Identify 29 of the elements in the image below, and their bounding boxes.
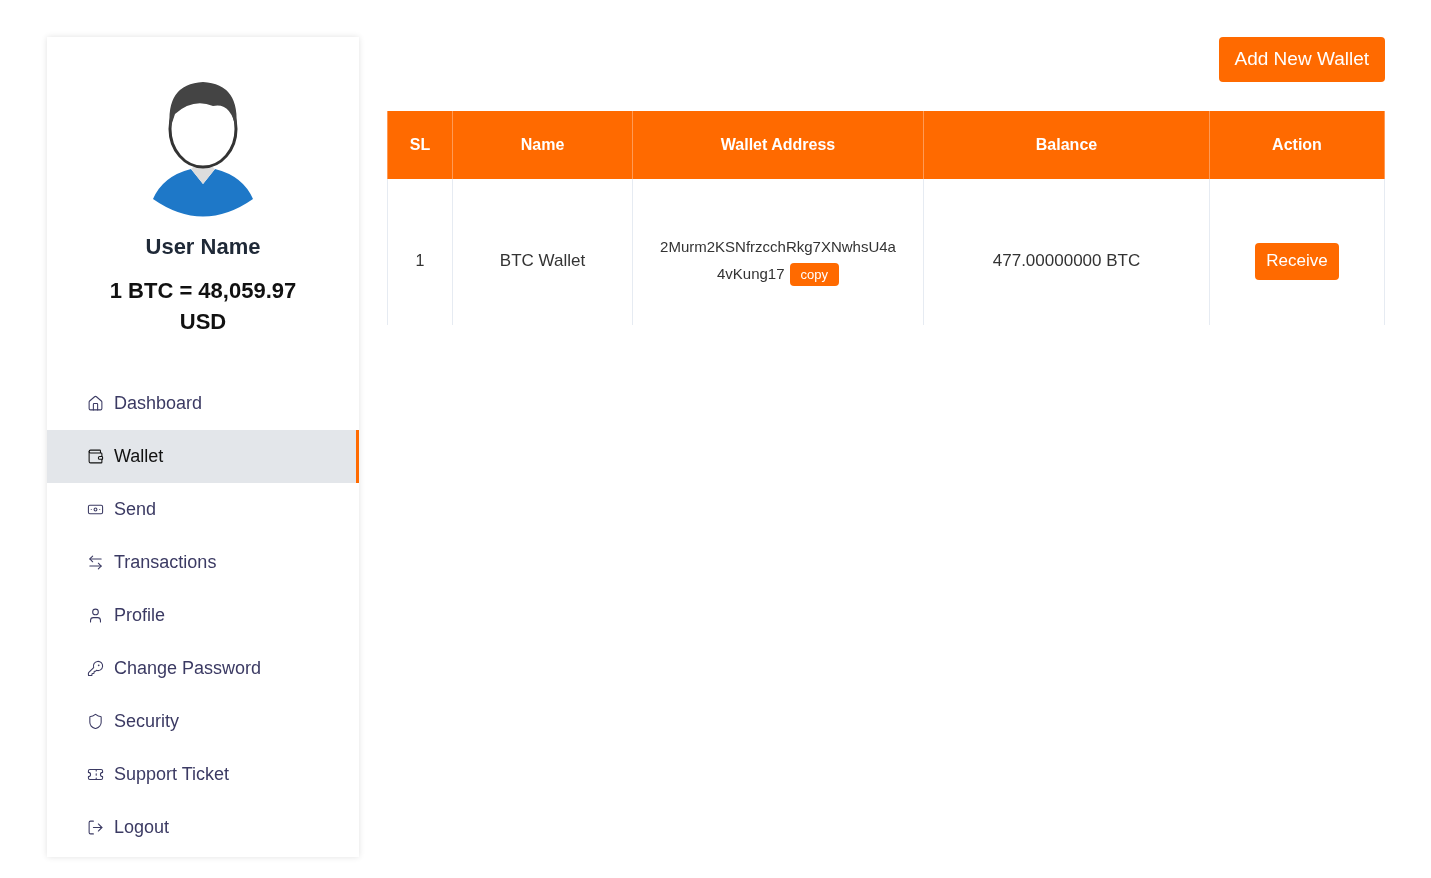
user-icon: [87, 607, 104, 624]
sidebar-item[interactable]: Wallet: [47, 430, 359, 483]
wallet-icon: [87, 448, 104, 465]
ticket-icon: [87, 766, 104, 783]
user-name: User Name: [145, 233, 261, 261]
column-header: Action: [1209, 111, 1385, 179]
sidebar-item[interactable]: Change Password: [47, 642, 359, 695]
home-icon: [87, 395, 104, 412]
column-header: Name: [452, 111, 633, 179]
logout-icon: [87, 819, 104, 836]
table-cell: 1: [387, 179, 453, 325]
table-cell: 477.00000000 BTC: [923, 179, 1210, 325]
sidebar-item[interactable]: Send: [47, 483, 359, 536]
sidebar-item[interactable]: Logout: [47, 801, 359, 854]
column-header: SL: [387, 111, 453, 179]
btc-rate: 1 BTC = 48,059.97 USD: [108, 277, 298, 336]
shield-icon: [87, 713, 104, 730]
key-icon: [87, 660, 104, 677]
wallet-address: 2Murm2KSNfrzcchRkg7XNwhsU4a: [660, 237, 896, 257]
column-header: Balance: [923, 111, 1210, 179]
arrows-icon: [87, 554, 104, 571]
sidebar-item[interactable]: Security: [47, 695, 359, 748]
wallet-address: 4vKung17: [717, 264, 785, 284]
sidebar-item[interactable]: Profile: [47, 589, 359, 642]
sidebar-item[interactable]: Dashboard: [47, 377, 359, 430]
sidebar-item[interactable]: Support Ticket: [47, 748, 359, 801]
column-header: Wallet Address: [632, 111, 924, 179]
table-cell: BTC Wallet: [452, 179, 633, 325]
sidebar-item[interactable]: Transactions: [47, 536, 359, 589]
